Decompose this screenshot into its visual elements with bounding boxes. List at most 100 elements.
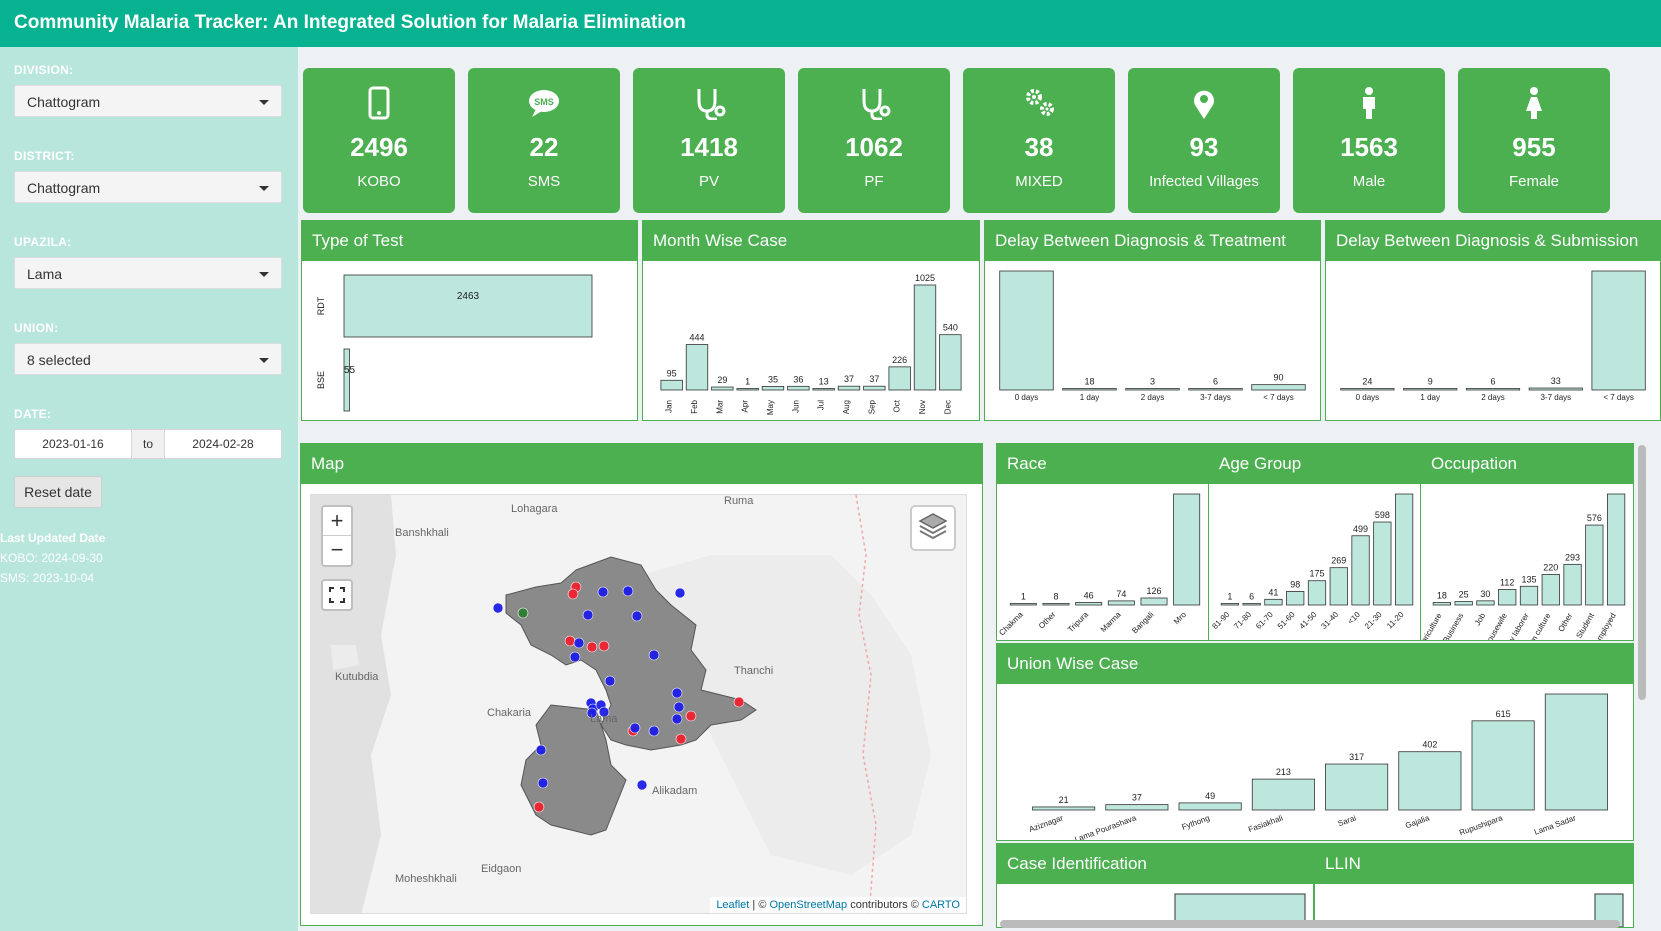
data-label: 37	[1132, 793, 1142, 803]
horizontal-scrollbar[interactable]	[1000, 920, 1620, 928]
kpi-value: 1418	[680, 132, 738, 162]
case-marker[interactable]	[597, 586, 609, 598]
osm-link[interactable]: OpenStreetMap	[769, 899, 847, 911]
case-marker[interactable]	[629, 722, 641, 734]
tick-label: Job	[1473, 611, 1488, 627]
bar-mro	[1173, 493, 1201, 606]
case-marker[interactable]	[631, 610, 643, 622]
panel-title: Type of Test	[302, 221, 637, 261]
tick-label: Agriculture	[1421, 611, 1444, 640]
place-label-lama: Lama	[590, 713, 618, 725]
case-marker[interactable]	[671, 713, 683, 725]
tick-label: Mro	[1172, 610, 1188, 626]
bar-sep	[863, 385, 886, 391]
kpi-value: 38	[1024, 132, 1054, 162]
data-label: 220	[1543, 562, 1558, 572]
date-end-input[interactable]: 2024-02-28	[164, 429, 282, 459]
zoom-out-button[interactable]: −	[323, 536, 351, 565]
case-marker[interactable]	[622, 585, 634, 597]
case-marker[interactable]	[685, 710, 697, 722]
bar-nov	[913, 284, 937, 391]
gears-icon	[1026, 89, 1054, 116]
case-marker[interactable]	[492, 602, 504, 614]
tick-label: Sep	[867, 399, 876, 414]
tick-label: Other	[1037, 610, 1058, 631]
bar-31-40	[1329, 567, 1348, 606]
place-label-thanchi: Thanchi	[734, 665, 774, 677]
case-marker[interactable]	[567, 588, 579, 600]
tick-label: Rupushipara	[1458, 813, 1504, 837]
tick-label: Aug	[842, 400, 851, 414]
bar-bse	[343, 348, 350, 412]
panel-title: Race	[997, 444, 1209, 484]
kpi-tile-sms: SMS 22 SMS	[468, 68, 620, 213]
case-marker[interactable]	[535, 744, 547, 756]
caret-down-icon	[259, 100, 269, 105]
case-marker[interactable]	[674, 587, 686, 599]
case-marker[interactable]	[517, 607, 529, 619]
attribution-sep: | ©	[749, 899, 770, 911]
date-start-input[interactable]: 2023-01-16	[14, 429, 132, 459]
kpi-tile-infected-villages: 93 Infected Villages	[1128, 68, 1280, 213]
zoom-in-button[interactable]: +	[323, 507, 351, 536]
tick-label: 11-20	[1385, 610, 1406, 631]
bar-0-days	[1340, 388, 1395, 391]
case-identification-panel: Case Identification	[996, 843, 1314, 928]
kpi-label: PV	[698, 173, 719, 190]
tick-label: 1 day	[1420, 393, 1440, 402]
leaflet-map[interactable]: Lohagara Ruma Banshkhali Kutubdia Thanchi Cha…	[310, 494, 967, 914]
bar-job	[1476, 600, 1495, 606]
union-wise-panel: Union Wise Case 21 Aziznagar 37 Lama Pouras…	[996, 643, 1634, 841]
case-marker[interactable]	[586, 641, 598, 653]
division-select[interactable]: Chattogram	[14, 85, 282, 117]
case-marker[interactable]	[671, 687, 683, 699]
data-label: 37	[844, 374, 854, 384]
bar-41-50	[1307, 580, 1327, 606]
layers-control-button[interactable]	[910, 505, 956, 551]
type-of-test-chart: 2463 RDT 55 BSE	[316, 274, 593, 412]
district-select[interactable]: Chattogram	[14, 171, 282, 203]
case-marker[interactable]	[604, 675, 616, 687]
case-marker[interactable]	[533, 801, 545, 813]
upazila-select[interactable]: Lama	[14, 257, 282, 289]
delay-submission-chart: 24 0 days 9 1 day 6 2 days 33 3-7 days < 7 days	[1340, 270, 1646, 402]
case-marker[interactable]	[582, 609, 594, 621]
leaflet-link[interactable]: Leaflet	[716, 899, 749, 911]
case-marker[interactable]	[648, 725, 660, 737]
tick-label: Other	[1556, 611, 1574, 633]
union-label: UNION:	[14, 321, 59, 335]
sms-bubble-icon: SMS	[529, 90, 559, 117]
case-marker[interactable]	[636, 779, 648, 791]
bar-0-days	[999, 270, 1054, 391]
case-marker[interactable]	[537, 777, 549, 789]
bar-jun	[787, 385, 810, 391]
data-label: 74	[1116, 589, 1126, 599]
bar--10	[1351, 535, 1370, 606]
kpi-label: Infected Villages	[1149, 173, 1259, 190]
fullscreen-button[interactable]	[321, 579, 353, 611]
carto-link[interactable]: CARTO	[922, 899, 960, 911]
data-label: 13	[819, 377, 829, 387]
reset-date-button[interactable]: Reset date	[14, 476, 102, 508]
llin-panel: LLIN	[1314, 843, 1634, 928]
union-select[interactable]: 8 selected	[14, 343, 282, 375]
data-label: 499	[1353, 524, 1368, 534]
case-marker[interactable]	[673, 701, 685, 713]
case-marker[interactable]	[648, 649, 660, 661]
case-marker[interactable]	[598, 640, 610, 652]
stethoscope-icon	[862, 89, 891, 120]
tick-label: Fythong	[1181, 813, 1211, 831]
bar--7-days	[1591, 270, 1646, 391]
case-marker[interactable]	[569, 651, 581, 663]
case-marker[interactable]	[564, 635, 576, 647]
data-label: 18	[1084, 377, 1094, 387]
data-label: 41	[1268, 587, 1278, 597]
kpi-value: 1563	[1340, 132, 1398, 162]
case-marker[interactable]	[675, 733, 687, 745]
kobo-updated-date: KOBO: 2024-09-30	[0, 551, 103, 565]
vertical-scrollbar[interactable]	[1638, 445, 1646, 700]
data-label: 1025	[915, 273, 935, 283]
case-marker[interactable]	[733, 696, 745, 708]
case-marker[interactable]	[573, 637, 585, 649]
kpi-value: 93	[1189, 132, 1219, 162]
